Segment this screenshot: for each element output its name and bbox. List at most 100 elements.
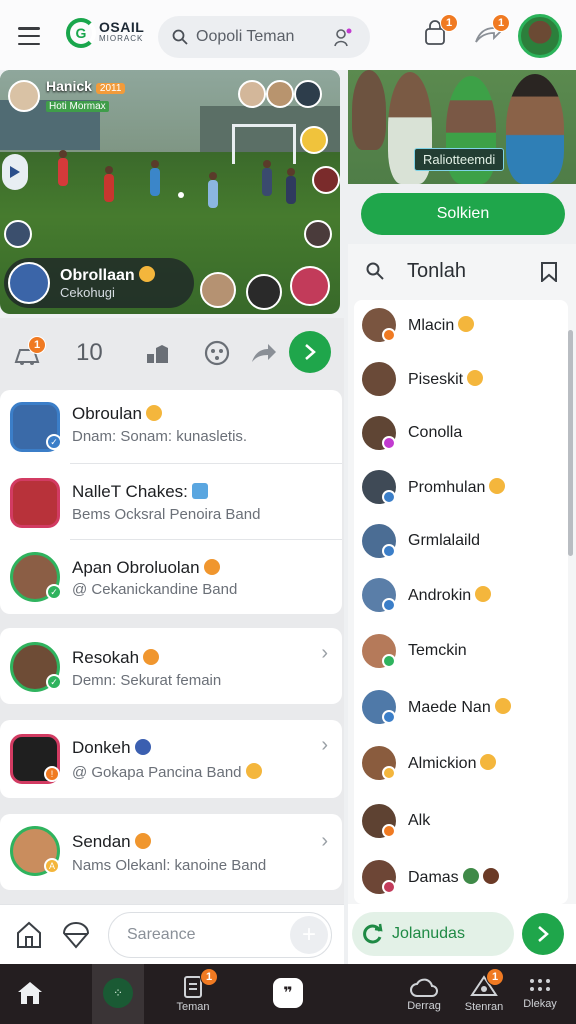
contact-item[interactable]: Mlacin <box>362 308 475 342</box>
contact-name: Grmlalaild <box>408 532 481 549</box>
chevron-right-icon: › <box>321 734 328 756</box>
viewer-avatar[interactable] <box>238 80 266 108</box>
contact-item[interactable]: Alk <box>362 804 430 838</box>
verified-icon: ✓ <box>46 434 62 450</box>
nav-derrag[interactable]: Derrag <box>400 964 448 1024</box>
forward-icon[interactable] <box>250 342 278 369</box>
goal-post <box>232 124 296 164</box>
logo-mark: G <box>66 18 96 48</box>
chat-title: Obroulan <box>72 404 162 424</box>
nav-dlekay-label: Dlekay <box>523 998 557 1010</box>
search-input[interactable]: Oopoli Teman <box>158 16 370 58</box>
chat-item[interactable]: ! Donkeh @ Gokapa Pancina Band › <box>0 720 342 798</box>
contact-item[interactable]: Androkin <box>362 578 492 612</box>
chat-item[interactable]: A Sendan Nams Olekanl: kanoine Band › <box>0 814 342 890</box>
viewer-avatar[interactable] <box>300 126 328 154</box>
participant-avatar[interactable] <box>290 266 330 306</box>
chat-item[interactable]: ✓ Resokah Demn: Sekurat femain › <box>0 628 342 704</box>
quote-icon: ❞ <box>273 978 303 1008</box>
share-badge: 1 <box>492 14 510 32</box>
contact-avatar <box>362 804 396 838</box>
contact-avatar <box>362 524 396 558</box>
viewer-avatar[interactable] <box>4 220 32 248</box>
participant-avatar[interactable] <box>200 272 236 308</box>
verified-icon: ✓ <box>46 584 62 600</box>
chat-preview: @ Gokapa Pancina Band <box>72 763 262 781</box>
next-button[interactable] <box>289 331 331 373</box>
contact-avatar <box>362 690 396 724</box>
contact-item[interactable]: Promhulan <box>362 470 506 504</box>
emoji-icon[interactable] <box>204 340 230 371</box>
notifications-badge: 1 <box>28 336 46 354</box>
profile-avatar[interactable] <box>518 14 562 58</box>
contact-name: Promhulan <box>408 477 506 497</box>
chat-title: Donkeh <box>72 738 151 758</box>
search-icon[interactable] <box>366 262 384 285</box>
menu-icon[interactable] <box>18 27 40 45</box>
contact-avatar <box>362 416 396 450</box>
chevron-right-icon: › <box>321 642 328 664</box>
participant-avatar[interactable] <box>246 274 282 310</box>
nav-explore[interactable]: ⁘ <box>92 964 144 1024</box>
go-button[interactable] <box>522 913 564 955</box>
notifications-icon[interactable]: 1 <box>14 336 46 371</box>
contact-item[interactable]: Temckin <box>362 634 467 668</box>
nav-teman-label: Teman <box>176 1001 210 1013</box>
contact-item[interactable]: Grmlalaild <box>362 524 480 558</box>
contact-item[interactable]: Maede Nan <box>362 690 511 724</box>
chevron-right-icon: › <box>321 830 328 852</box>
logo-title: OSAIL <box>99 19 145 35</box>
verified-icon: ✓ <box>46 674 62 690</box>
caller-avatar <box>8 262 50 304</box>
contact-item[interactable]: Piseskit <box>362 362 484 396</box>
jolanudas-chip[interactable]: Jolanudas <box>352 912 514 956</box>
lock-bag-icon[interactable]: 1 <box>424 14 458 51</box>
viewer-avatar[interactable] <box>266 80 294 108</box>
chat-title: Resokah <box>72 648 160 668</box>
stenran-badge: 1 <box>486 968 504 986</box>
jolanudas-label: Jolanudas <box>392 925 465 942</box>
home-icon[interactable] <box>16 921 42 954</box>
viewer-avatar[interactable] <box>312 166 340 194</box>
viewer-avatar[interactable] <box>294 80 322 108</box>
host-avatar <box>8 80 40 112</box>
contact-avatar <box>362 860 396 894</box>
contact-name: Piseskit <box>408 369 484 389</box>
play-icon[interactable] <box>2 154 28 190</box>
cloud-icon <box>410 978 438 997</box>
nav-dlekay[interactable]: Dlekay <box>516 964 564 1024</box>
nav-derrag-label: Derrag <box>407 1000 441 1012</box>
active-caller-chip[interactable]: Obrollaan Cekohugi <box>4 258 194 308</box>
top-app-bar: G OSAIL MIORACK Oopoli Teman 1 1 <box>0 0 576 70</box>
add-icon[interactable]: + <box>290 916 328 954</box>
contacts-scrollbar[interactable] <box>568 330 573 556</box>
photo-tag: Raliotteemdi <box>414 148 505 171</box>
nav-stenran-label: Stenran <box>464 1001 504 1013</box>
host-label: Hanick 2011 Hoti Mormax <box>8 78 126 114</box>
contact-name: Alk <box>408 812 431 829</box>
contact-avatar <box>362 746 396 780</box>
host-year: 2011 <box>95 83 126 94</box>
contact-name: Almickion <box>408 753 497 773</box>
chat-preview: Demn: Sekurat femain <box>72 672 222 689</box>
bookmark-icon[interactable] <box>540 262 558 287</box>
contact-avatar <box>362 362 396 396</box>
voice-search-icon[interactable] <box>332 26 354 48</box>
status-icon: ! <box>44 766 60 782</box>
app-logo[interactable]: G OSAIL MIORACK <box>66 18 144 48</box>
contact-item[interactable]: Damas <box>362 860 499 894</box>
solkien-button[interactable]: Solkien <box>361 193 565 235</box>
grid-icon <box>530 979 550 991</box>
nav-compose[interactable]: ❞ <box>270 964 306 1024</box>
home-map-icon[interactable] <box>146 344 170 369</box>
contact-item[interactable]: Almickion <box>362 746 497 780</box>
share-icon[interactable]: 1 <box>474 14 510 51</box>
nav-teman[interactable]: Teman 1 <box>168 964 218 1024</box>
teman-badge: 1 <box>200 968 218 986</box>
search-icon <box>172 29 188 45</box>
viewer-avatar[interactable] <box>304 220 332 248</box>
nav-home[interactable] <box>10 964 50 1024</box>
shield-icon[interactable] <box>62 921 90 954</box>
contact-item[interactable]: Conolla <box>362 416 462 450</box>
nav-stenran[interactable]: Stenran 1 <box>460 964 508 1024</box>
